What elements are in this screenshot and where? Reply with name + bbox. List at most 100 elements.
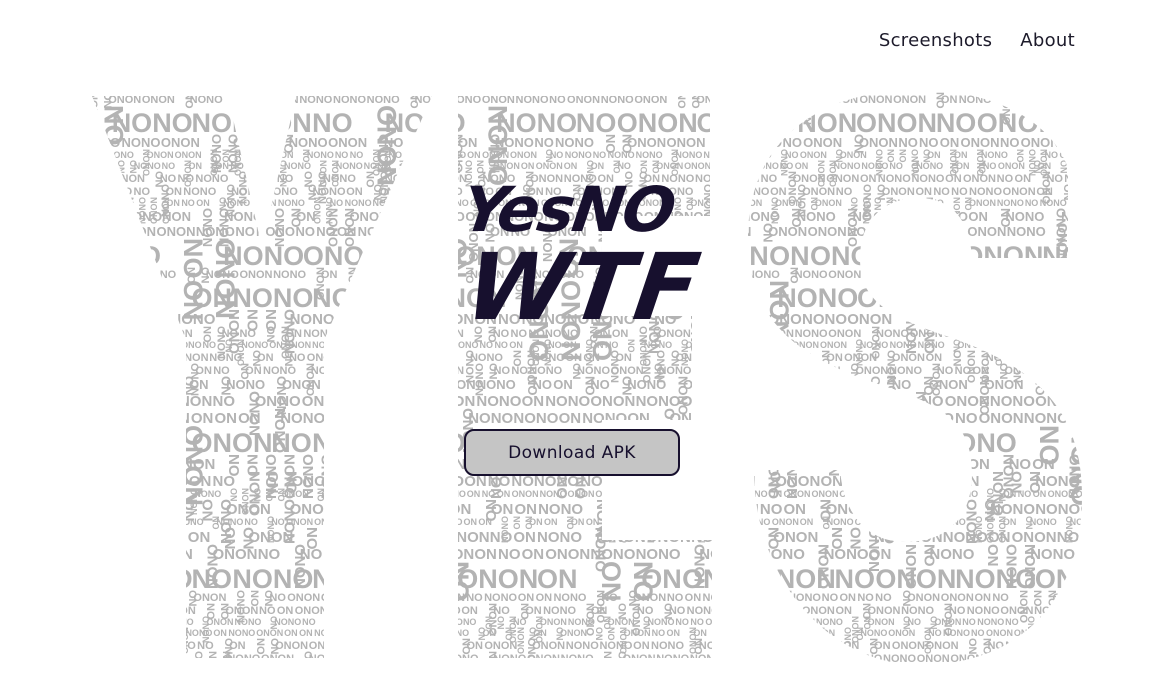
svg-text:ON: ON [545, 664, 555, 678]
svg-text:NONO: NONO [720, 605, 753, 617]
svg-text:ONON: ONON [684, 161, 711, 171]
svg-text:ONON: ONON [1018, 108, 1099, 138]
svg-text:ONON: ONON [540, 617, 567, 627]
svg-text:ONON: ONON [1023, 651, 1035, 684]
svg-text:ONON: ONON [147, 150, 174, 160]
svg-text:ONON: ONON [387, 456, 432, 473]
svg-text:ONON: ONON [1080, 501, 1125, 518]
svg-text:ONON: ONON [256, 628, 283, 638]
svg-text:ONON: ONON [601, 529, 646, 546]
svg-text:NONO: NONO [916, 161, 943, 171]
svg-text:ON: ON [911, 473, 934, 490]
svg-text:NO: NO [347, 616, 357, 630]
svg-text:ONON: ONON [945, 393, 990, 410]
svg-text:NONO: NONO [108, 269, 141, 281]
svg-text:NONO: NONO [1042, 241, 1123, 271]
svg-text:NONO: NONO [824, 546, 869, 563]
svg-text:NONO: NONO [495, 135, 534, 150]
svg-text:ONON: ONON [153, 326, 165, 359]
svg-text:ON: ON [80, 198, 94, 208]
svg-text:ON: ON [1088, 376, 1103, 396]
svg-text:ONON: ONON [774, 339, 784, 366]
svg-text:NO: NO [350, 150, 364, 160]
svg-text:NONO: NONO [196, 664, 206, 691]
svg-text:ONON: ONON [80, 340, 107, 350]
svg-text:NO: NO [1005, 617, 1019, 627]
nav-link-screenshots[interactable]: Screenshots [879, 30, 992, 51]
svg-text:ON: ON [269, 340, 283, 350]
svg-text:ON: ON [195, 365, 212, 377]
svg-text:NONO: NONO [876, 328, 909, 340]
svg-text:NONO: NONO [568, 617, 595, 627]
svg-text:NO: NO [456, 628, 470, 638]
svg-text:ONON: ONON [627, 135, 666, 150]
svg-text:ON: ON [738, 592, 755, 604]
svg-text:ONON: ONON [826, 173, 859, 185]
svg-text:ONON: ONON [360, 653, 393, 665]
svg-text:ONON: ONON [80, 592, 113, 604]
svg-text:NONO: NONO [105, 326, 117, 359]
svg-text:ON: ON [1099, 653, 1116, 665]
svg-text:NO: NO [773, 393, 796, 410]
svg-text:ONON: ONON [161, 135, 200, 150]
svg-text:ONON: ONON [868, 617, 895, 627]
svg-text:NONO: NONO [278, 198, 305, 208]
svg-text:ON: ON [533, 664, 543, 678]
svg-text:ON: ON [1026, 616, 1036, 630]
svg-text:ONON: ONON [428, 628, 455, 638]
svg-text:NO: NO [230, 92, 242, 109]
svg-text:ONON: ONON [284, 340, 311, 350]
svg-text:NO: NO [707, 664, 717, 678]
svg-text:ONON: ONON [979, 410, 1024, 427]
svg-text:ON: ON [356, 488, 366, 502]
svg-text:ONON: ONON [258, 92, 270, 125]
svg-text:ON: ON [800, 517, 814, 527]
svg-text:NONO: NONO [693, 352, 726, 364]
svg-text:NO: NO [669, 605, 686, 617]
svg-text:ONON: ONON [142, 94, 175, 106]
svg-text:NONO: NONO [816, 617, 843, 627]
svg-text:ONON: ONON [724, 161, 751, 171]
svg-text:NONO: NONO [194, 489, 221, 499]
yes-word-cloud-art: NONO ONONON ONON NONONO NO ONON ONONONON NONO NO… [80, 92, 1125, 691]
svg-text:NO: NO [203, 340, 217, 350]
svg-text:NO: NO [167, 653, 184, 665]
svg-text:NONO: NONO [997, 198, 1024, 208]
svg-text:ON: ON [406, 311, 429, 328]
download-apk-button[interactable]: Download APK [464, 429, 680, 476]
svg-text:NONO: NONO [299, 94, 332, 106]
svg-text:ONON: ONON [998, 161, 1025, 171]
svg-text:NONO: NONO [112, 564, 193, 594]
svg-text:NO: NO [1045, 150, 1059, 160]
svg-text:ONON: ONON [567, 94, 600, 106]
svg-text:NONO: NONO [729, 184, 741, 217]
svg-text:NO: NO [919, 135, 939, 150]
svg-text:NO: NO [1052, 605, 1069, 617]
svg-text:NONO: NONO [428, 605, 461, 617]
svg-text:NONO: NONO [777, 410, 822, 427]
svg-text:NONO: NONO [795, 328, 828, 340]
svg-text:ON: ON [1098, 269, 1115, 281]
svg-text:ONON: ONON [536, 161, 563, 171]
svg-text:NONO: NONO [513, 410, 558, 427]
svg-text:ON: ON [394, 653, 411, 665]
svg-text:ONON: ONON [1021, 135, 1060, 150]
svg-text:ONON: ONON [852, 391, 869, 436]
svg-text:NO: NO [1071, 160, 1081, 174]
svg-text:NO: NO [847, 224, 867, 239]
svg-text:ON: ON [411, 376, 426, 396]
svg-text:NONO: NONO [114, 592, 147, 604]
svg-text:ON: ON [189, 377, 209, 392]
svg-text:NO: NO [80, 653, 97, 665]
svg-text:ON: ON [795, 628, 809, 638]
svg-text:NONO: NONO [1097, 488, 1107, 515]
svg-text:ON: ON [196, 198, 210, 208]
nav-link-about[interactable]: About [1020, 30, 1075, 51]
svg-text:ON: ON [710, 365, 727, 377]
svg-text:NONO: NONO [439, 150, 466, 160]
svg-text:NO: NO [422, 408, 439, 431]
svg-text:NO: NO [811, 665, 825, 675]
svg-text:ON: ON [458, 135, 478, 150]
svg-text:ON: ON [586, 517, 600, 527]
svg-text:ONON: ONON [414, 365, 447, 377]
